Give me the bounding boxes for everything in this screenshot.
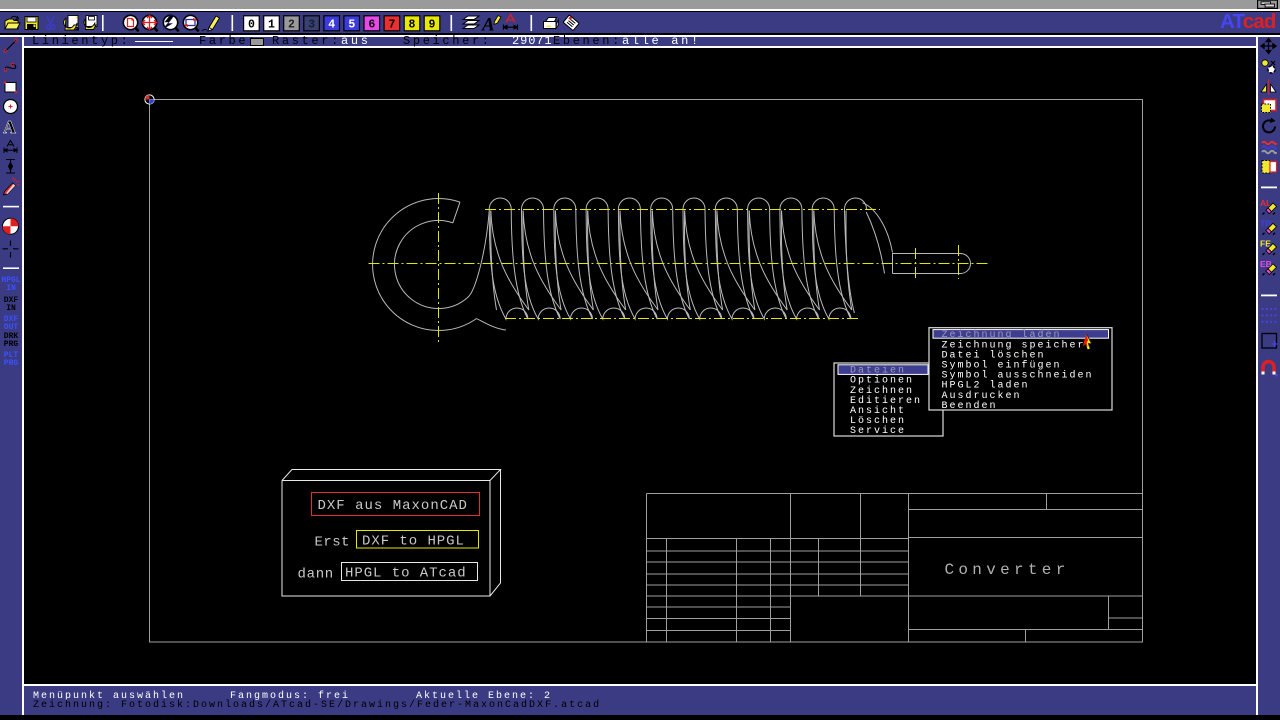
svg-text:HPGL to ATcad: HPGL to ATcad xyxy=(345,566,467,582)
svg-text:Beenden: Beenden xyxy=(942,400,998,412)
svg-text:A: A xyxy=(3,117,16,137)
svg-text:DXF to HPGL: DXF to HPGL xyxy=(362,534,465,550)
svg-text:Service: Service xyxy=(850,425,906,437)
svg-text:DXF aus MaxonCAD: DXF aus MaxonCAD xyxy=(318,498,468,514)
svg-text:Converter: Converter xyxy=(945,561,1070,579)
svg-text:dann: dann xyxy=(298,567,334,583)
svg-text:Erst: Erst xyxy=(315,535,350,551)
